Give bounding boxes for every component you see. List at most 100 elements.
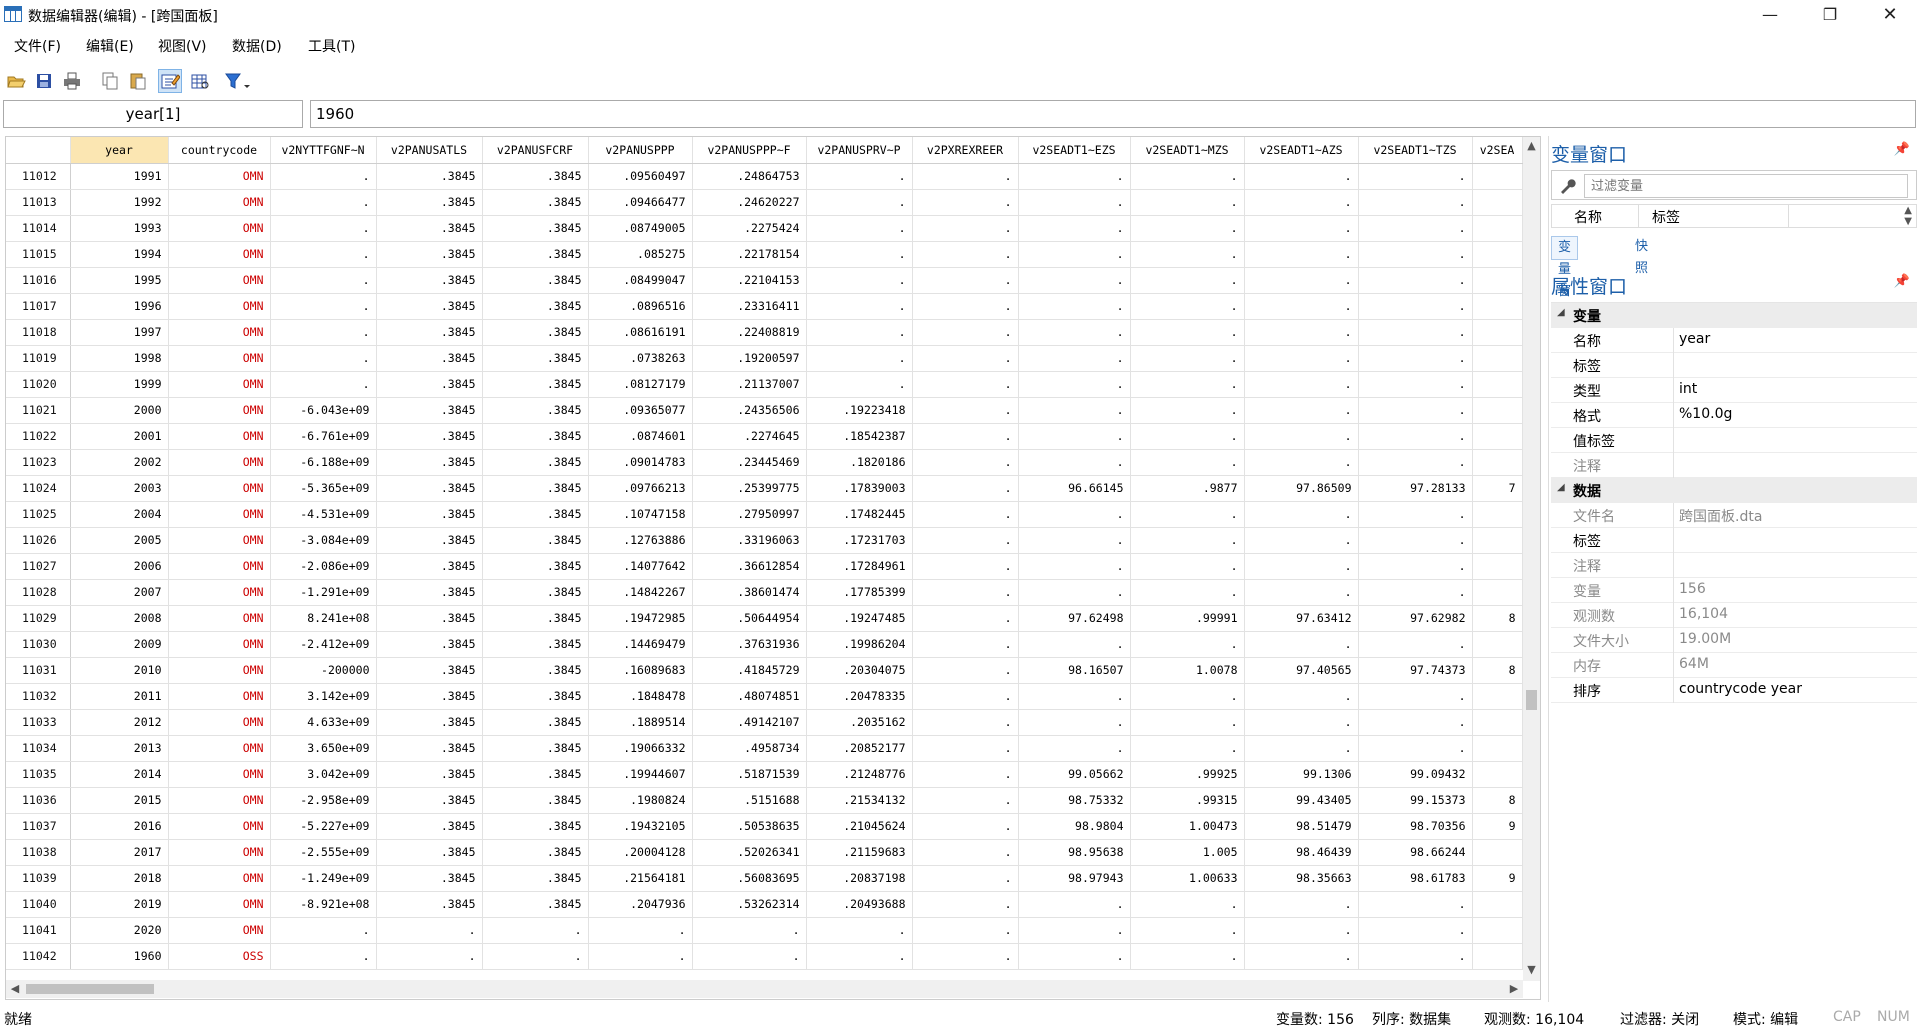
- data-cell[interactable]: .3845: [376, 761, 483, 788]
- data-cell[interactable]: 8: [1472, 605, 1523, 632]
- restore-button[interactable]: ❐: [1800, 0, 1860, 30]
- data-cell[interactable]: .: [1244, 163, 1359, 190]
- data-cell[interactable]: .50538635: [692, 813, 807, 840]
- data-cell[interactable]: .3845: [376, 787, 483, 814]
- property-row[interactable]: 排序 countrycode year: [1551, 678, 1917, 703]
- data-cell[interactable]: .: [1358, 449, 1473, 476]
- data-cell[interactable]: .: [912, 813, 1019, 840]
- data-cell[interactable]: OMN: [168, 709, 271, 736]
- data-cell[interactable]: .: [1018, 371, 1131, 398]
- row-number[interactable]: 11013: [6, 189, 71, 216]
- data-cell[interactable]: .: [1244, 345, 1359, 372]
- data-cell[interactable]: 98.95638: [1018, 839, 1131, 866]
- tab-variables[interactable]: 变量窗口: [1551, 236, 1579, 321]
- data-cell[interactable]: .: [806, 943, 913, 970]
- data-cell[interactable]: .: [1358, 215, 1473, 242]
- data-cell[interactable]: 98.9804: [1018, 813, 1131, 840]
- data-cell[interactable]: .19432105: [588, 813, 693, 840]
- data-cell[interactable]: .: [1244, 241, 1359, 268]
- data-cell[interactable]: 2003: [70, 475, 169, 502]
- row-number[interactable]: 11034: [6, 735, 71, 762]
- row-number[interactable]: 11039: [6, 865, 71, 892]
- data-cell[interactable]: OMN: [168, 319, 271, 346]
- data-cell[interactable]: .: [692, 943, 807, 970]
- row-number[interactable]: 11040: [6, 891, 71, 918]
- data-cell[interactable]: .: [912, 215, 1019, 242]
- property-value[interactable]: countrycode year: [1679, 681, 1802, 697]
- data-cell[interactable]: .3845: [376, 449, 483, 476]
- edit-mode-icon[interactable]: [158, 69, 182, 93]
- data-cell[interactable]: .51871539: [692, 761, 807, 788]
- data-cell[interactable]: .20493688: [806, 891, 913, 918]
- data-cell[interactable]: .3845: [376, 709, 483, 736]
- data-cell[interactable]: -2.086e+09: [270, 553, 377, 580]
- data-cell[interactable]: .3845: [482, 397, 589, 424]
- data-cell[interactable]: .: [1358, 735, 1473, 762]
- property-row[interactable]: 值标签: [1551, 428, 1917, 453]
- data-cell[interactable]: OMN: [168, 163, 271, 190]
- collapse-triangle-icon[interactable]: ◢: [1557, 307, 1565, 318]
- data-cell[interactable]: .3845: [376, 319, 483, 346]
- data-cell[interactable]: .3845: [376, 163, 483, 190]
- data-cell[interactable]: .09014783: [588, 449, 693, 476]
- data-cell[interactable]: .3845: [482, 293, 589, 320]
- data-cell[interactable]: 7: [1472, 475, 1523, 502]
- row-number[interactable]: 11025: [6, 501, 71, 528]
- data-cell[interactable]: .3845: [376, 423, 483, 450]
- property-section-header[interactable]: ◢ 数据: [1551, 478, 1917, 503]
- data-cell[interactable]: .: [806, 163, 913, 190]
- data-cell[interactable]: .: [1358, 527, 1473, 554]
- data-cell[interactable]: .37631936: [692, 631, 807, 658]
- data-cell[interactable]: OMN: [168, 917, 271, 944]
- data-cell[interactable]: .99925: [1130, 761, 1245, 788]
- data-cell[interactable]: .: [1358, 241, 1473, 268]
- data-cell[interactable]: .: [1244, 631, 1359, 658]
- data-cell[interactable]: .: [1130, 423, 1245, 450]
- data-cell[interactable]: .: [1358, 267, 1473, 294]
- data-cell[interactable]: .3845: [376, 891, 483, 918]
- data-cell[interactable]: .: [912, 683, 1019, 710]
- data-cell[interactable]: .0738263: [588, 345, 693, 372]
- data-cell[interactable]: .3845: [482, 527, 589, 554]
- data-cell[interactable]: .: [1358, 397, 1473, 424]
- copy-icon[interactable]: [98, 69, 122, 93]
- data-cell[interactable]: .: [1018, 735, 1131, 762]
- column-header[interactable]: year: [70, 137, 169, 164]
- data-cell[interactable]: 2017: [70, 839, 169, 866]
- data-cell[interactable]: 99.1306: [1244, 761, 1359, 788]
- data-cell[interactable]: -2.958e+09: [270, 787, 377, 814]
- data-cell[interactable]: .: [1018, 631, 1131, 658]
- data-cell[interactable]: .: [912, 917, 1019, 944]
- data-cell[interactable]: .: [806, 267, 913, 294]
- data-cell[interactable]: .21137007: [692, 371, 807, 398]
- data-cell[interactable]: .: [588, 917, 693, 944]
- data-cell[interactable]: .3845: [376, 215, 483, 242]
- data-cell[interactable]: [1472, 267, 1523, 294]
- data-cell[interactable]: .: [1358, 501, 1473, 528]
- data-cell[interactable]: -5.227e+09: [270, 813, 377, 840]
- data-cell[interactable]: .20837198: [806, 865, 913, 892]
- row-number[interactable]: 11027: [6, 553, 71, 580]
- data-cell[interactable]: 98.46439: [1244, 839, 1359, 866]
- data-cell[interactable]: .: [1130, 163, 1245, 190]
- data-cell[interactable]: .: [1130, 215, 1245, 242]
- data-cell[interactable]: -8.921e+08: [270, 891, 377, 918]
- vertical-scrollbar[interactable]: ▲ ▼: [1523, 137, 1540, 981]
- data-cell[interactable]: .3845: [482, 423, 589, 450]
- data-cell[interactable]: .3845: [376, 345, 483, 372]
- data-cell[interactable]: 1992: [70, 189, 169, 216]
- property-value[interactable]: 156: [1679, 581, 1706, 597]
- tab-snapshots[interactable]: 快照: [1629, 236, 1654, 276]
- data-cell[interactable]: .: [1130, 917, 1245, 944]
- data-cell[interactable]: .: [1358, 631, 1473, 658]
- data-cell[interactable]: .21045624: [806, 813, 913, 840]
- data-cell[interactable]: .: [376, 943, 483, 970]
- data-cell[interactable]: .: [912, 423, 1019, 450]
- data-cell[interactable]: .19223418: [806, 397, 913, 424]
- data-cell[interactable]: .: [1130, 345, 1245, 372]
- data-cell[interactable]: OMN: [168, 631, 271, 658]
- data-cell[interactable]: .: [912, 267, 1019, 294]
- data-cell[interactable]: -6.761e+09: [270, 423, 377, 450]
- data-cell[interactable]: [1472, 943, 1523, 970]
- data-cell[interactable]: .14469479: [588, 631, 693, 658]
